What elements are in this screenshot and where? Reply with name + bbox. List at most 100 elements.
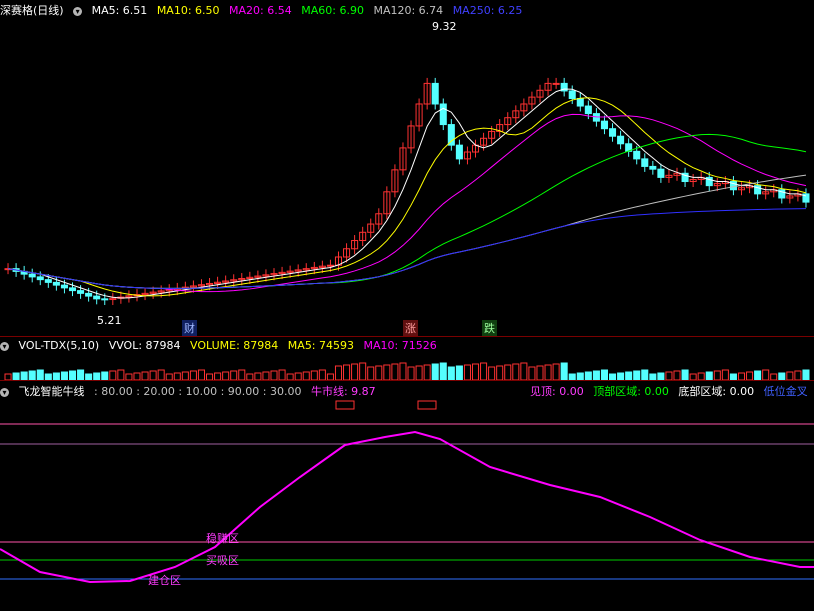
volume-settings-icon[interactable]: ▾ [0, 341, 9, 351]
volume-bar [431, 363, 439, 381]
volume-bar [496, 365, 504, 381]
volume-bar [93, 372, 101, 381]
volume-bar [641, 369, 649, 381]
candle-body [326, 264, 334, 267]
volume-bar [633, 370, 641, 381]
candle-body [101, 298, 109, 301]
candle-body [552, 82, 560, 85]
volume-bar [415, 365, 423, 381]
candle-body [641, 158, 649, 167]
candle-body [455, 144, 463, 160]
event-marker-rise[interactable]: 涨 [403, 320, 418, 336]
volume-bar [278, 369, 286, 381]
volume-bar [68, 370, 77, 381]
volume-bar [222, 371, 230, 381]
volume-bar [181, 371, 189, 381]
volume-bar [617, 372, 625, 381]
volume-bar [117, 369, 125, 381]
candle-body [93, 295, 101, 300]
ma120-line [7, 174, 807, 289]
volume-bar [455, 365, 463, 381]
candle-body [77, 290, 85, 294]
volume-bar [762, 369, 770, 381]
volume-bar [189, 370, 197, 381]
volume-bar [375, 365, 383, 381]
volume-bar [230, 370, 238, 381]
volume-bar [238, 369, 246, 381]
candle-body [447, 124, 455, 146]
volume-bar [20, 371, 28, 381]
volume-bar [343, 364, 351, 381]
candle-body [85, 292, 93, 297]
price-chart[interactable] [0, 16, 814, 336]
volume-bar [544, 364, 552, 381]
event-marker-fall[interactable]: 跌 [482, 320, 497, 336]
volume-bar [52, 372, 60, 381]
candle-body [44, 279, 52, 283]
volume-bar [673, 370, 681, 381]
volume-bar [584, 371, 592, 381]
signal-box [335, 400, 355, 410]
signal-box [417, 400, 437, 410]
candle-body [584, 105, 592, 115]
volume-bar [552, 363, 560, 381]
event-marker-finance[interactable]: 财 [182, 320, 197, 336]
volume-bar [28, 370, 36, 381]
volume-bar [270, 370, 278, 381]
candle-body [52, 281, 60, 286]
indicator-settings-icon[interactable]: ▾ [0, 387, 9, 397]
volume-bar [713, 370, 721, 381]
zone-label-steady: 稳赚区 [206, 532, 239, 545]
volume-bar [77, 369, 85, 381]
volume-bar [157, 369, 165, 381]
high-price-label: 9.32 [432, 20, 457, 33]
volume-bar [560, 362, 568, 381]
zone-label-buy: 买吸区 [206, 554, 239, 567]
settings-circle-icon[interactable]: ▾ [73, 6, 83, 16]
volume-bar [746, 371, 754, 381]
volume-bar [576, 372, 584, 381]
pane-divider-price [0, 336, 814, 337]
candle-body [649, 165, 657, 170]
volume-bar [262, 371, 270, 381]
volume-bar [754, 370, 762, 381]
volume-bar [302, 371, 310, 381]
volume-bar [657, 372, 665, 381]
candle-body [68, 287, 77, 292]
candle-body [633, 150, 641, 160]
volume-bar [254, 372, 262, 381]
volume-bar [463, 364, 471, 381]
volume-bar [12, 372, 20, 381]
volume-bar [383, 364, 391, 381]
candle-body [431, 82, 439, 105]
candle-body [576, 97, 584, 107]
low-price-label: 5.21 [97, 314, 122, 327]
indicator-chart[interactable] [0, 397, 814, 609]
candle-body [439, 103, 447, 126]
zone-label-bottom: 建仓区 [148, 574, 181, 587]
pane-divider-volume [0, 380, 814, 381]
volume-chart[interactable] [0, 353, 814, 381]
candle-body [36, 276, 44, 281]
volume-bar [592, 370, 600, 381]
volume-bar [778, 372, 786, 381]
volume-bar [520, 362, 528, 381]
volume-bar [802, 369, 810, 381]
volume-bar [439, 362, 447, 381]
volume-bar [149, 370, 157, 381]
volume-bar [197, 369, 206, 381]
volume-bar [109, 370, 117, 381]
volume-bar [359, 362, 367, 381]
volume-bar [294, 372, 302, 381]
candle-body [609, 128, 617, 137]
volume-bar [681, 369, 689, 381]
vol-ma5-value: MA5: 74593 [287, 339, 355, 352]
volume-bar [512, 363, 520, 381]
volume-bar [786, 371, 794, 381]
volume-bar [133, 372, 141, 381]
volume-bar [488, 366, 496, 381]
volume-bar [504, 364, 512, 381]
volume-bar [391, 363, 399, 381]
volume-bar [141, 371, 149, 381]
volume-bar [318, 369, 326, 381]
